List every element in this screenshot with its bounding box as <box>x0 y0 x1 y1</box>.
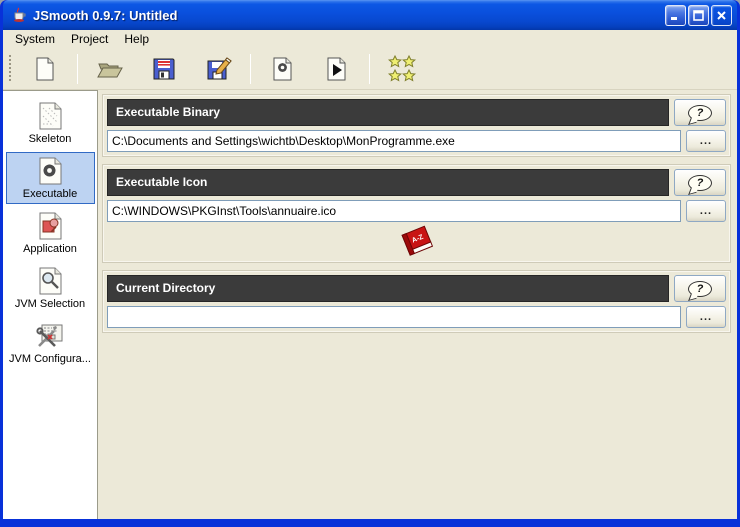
help-button[interactable]: ? <box>674 99 726 126</box>
sidebar-item-label: Application <box>7 243 94 255</box>
toolbar-separator <box>250 54 251 84</box>
section-title: Executable Binary <box>107 99 669 126</box>
sidebar-item-skeleton[interactable]: Skeleton <box>6 97 95 149</box>
help-bubble-icon: ? <box>688 175 712 191</box>
sidebar-item-jvm-selection[interactable]: JVM Selection <box>6 262 95 314</box>
help-button[interactable]: ? <box>674 169 726 196</box>
about-stars-button[interactable] <box>382 51 422 87</box>
toolbar-separator <box>369 54 370 84</box>
section-title: Executable Icon <box>107 169 669 196</box>
main-panel: Executable Binary ? ... Executable Icon <box>98 90 737 519</box>
help-bubble-icon: ? <box>688 105 712 121</box>
sidebar: Skeleton <box>3 90 98 519</box>
compile-gear-icon <box>270 56 296 82</box>
menu-system[interactable]: System <box>7 31 63 48</box>
run-icon <box>324 56 350 82</box>
section-executable-binary: Executable Binary ? ... <box>103 95 730 156</box>
executable-icon-input[interactable] <box>107 200 681 222</box>
close-button[interactable] <box>711 5 732 26</box>
application-page-icon <box>7 210 94 242</box>
new-document-icon <box>32 56 58 82</box>
sidebar-item-executable[interactable]: Executable <box>6 152 95 204</box>
save-project-as-button[interactable] <box>198 51 238 87</box>
sidebar-item-application[interactable]: Application <box>6 207 95 259</box>
app-window: JSmooth 0.9.7: Untitled System Project H… <box>0 0 740 527</box>
sidebar-item-label: JVM Configura... <box>7 353 94 365</box>
menubar: System Project Help <box>3 30 737 49</box>
section-executable-icon: Executable Icon ? ... <box>103 165 730 262</box>
java-cup-icon <box>10 6 28 24</box>
save-project-button[interactable] <box>144 51 184 87</box>
minimize-button[interactable] <box>665 5 686 26</box>
toolbar-grip[interactable] <box>8 55 12 83</box>
toolbar-separator <box>77 54 78 84</box>
close-icon <box>716 10 727 21</box>
sidebar-item-label: JVM Selection <box>7 298 94 310</box>
current-directory-input[interactable] <box>107 306 681 328</box>
sidebar-item-label: Executable <box>7 188 94 200</box>
save-as-icon <box>205 56 232 82</box>
browse-button[interactable]: ... <box>686 200 726 222</box>
maximize-button[interactable] <box>688 5 709 26</box>
help-bubble-icon: ? <box>688 281 712 297</box>
jvm-configuration-tools-icon <box>7 320 94 352</box>
window-frame: System Project Help <box>3 30 737 519</box>
stars-icon <box>387 54 417 84</box>
jvm-selection-magnifier-icon <box>7 265 94 297</box>
window-title: JSmooth 0.9.7: Untitled <box>33 8 665 23</box>
run-button[interactable] <box>317 51 357 87</box>
executable-gear-icon <box>7 155 94 187</box>
toolbar <box>3 49 737 90</box>
window-body: Skeleton <box>3 90 737 519</box>
titlebar[interactable]: JSmooth 0.9.7: Untitled <box>3 0 737 30</box>
browse-button[interactable]: ... <box>686 130 726 152</box>
open-folder-icon <box>96 56 124 82</box>
menu-help[interactable]: Help <box>116 31 157 48</box>
browse-button[interactable]: ... <box>686 306 726 328</box>
executable-binary-input[interactable] <box>107 130 681 152</box>
open-project-button[interactable] <box>90 51 130 87</box>
sidebar-item-jvm-configuration[interactable]: JVM Configura... <box>6 317 95 369</box>
icon-preview-area: A-Z <box>107 222 726 258</box>
titlebar-buttons <box>665 5 732 26</box>
red-address-book-icon: A-Z <box>397 222 437 258</box>
maximize-icon <box>693 10 704 21</box>
save-icon <box>151 56 177 82</box>
menu-project[interactable]: Project <box>63 31 116 48</box>
help-button[interactable]: ? <box>674 275 726 302</box>
new-project-button[interactable] <box>25 51 65 87</box>
section-current-directory: Current Directory ? ... <box>103 271 730 332</box>
minimize-icon <box>670 10 681 21</box>
compile-button[interactable] <box>263 51 303 87</box>
skeleton-page-icon <box>7 100 94 132</box>
sidebar-item-label: Skeleton <box>7 133 94 145</box>
section-title: Current Directory <box>107 275 669 302</box>
